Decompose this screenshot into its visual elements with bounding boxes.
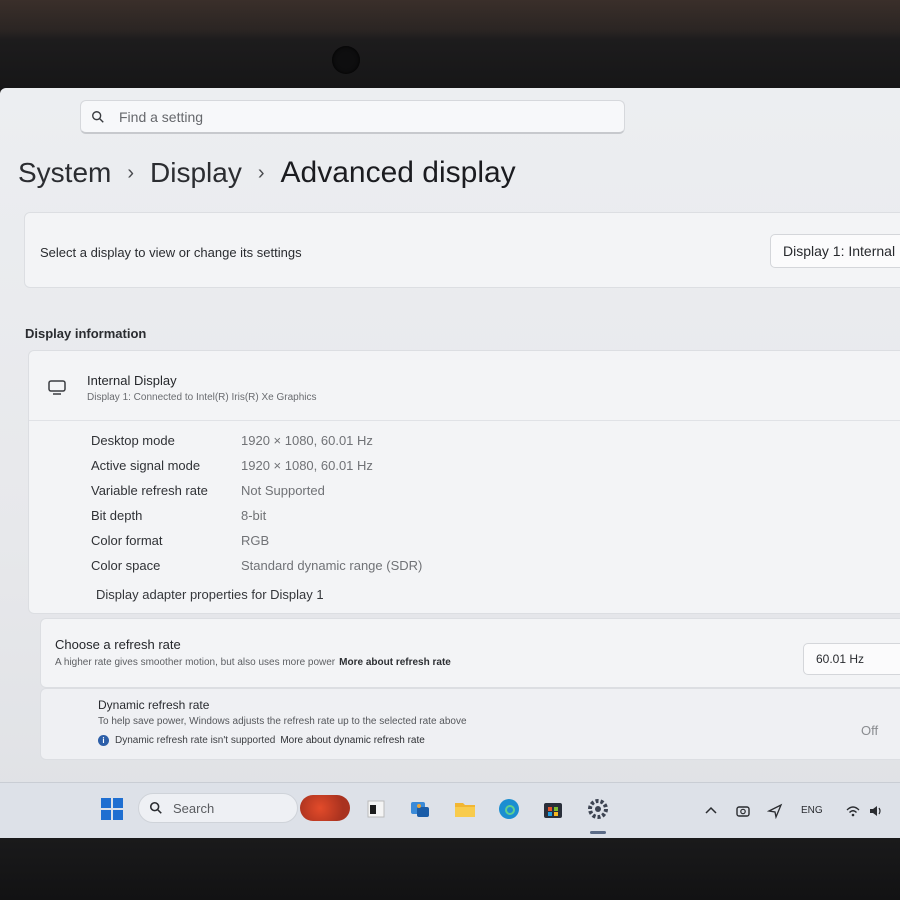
chevron-right-icon: › [127,161,135,184]
taskbar-search[interactable]: Search [138,793,298,823]
page-title: Advanced display [280,156,516,189]
display-select-label: Select a display to view or change its s… [40,245,302,260]
display-info-card: Internal Display Display 1: Connected to… [28,350,900,614]
file-explorer-icon[interactable] [453,797,477,821]
start-icon[interactable] [100,797,124,821]
refresh-rate-title: Choose a refresh rate [55,637,181,652]
property-key: Active signal mode [91,458,201,473]
property-value: Standard dynamic range (SDR) [241,558,423,573]
display-connection: Display 1: Connected to Intel(R) Iris(R)… [87,392,317,403]
property-key: Desktop mode [91,433,175,448]
location-icon[interactable] [767,803,783,819]
refresh-rate-desc-text: A higher rate gives smoother motion, but… [55,657,336,668]
search-icon [149,801,162,814]
edge-icon[interactable] [497,797,521,821]
dynamic-refresh-more-link[interactable]: More about dynamic refresh rate [280,735,425,746]
property-value: RGB [241,533,270,548]
display-select-card: Select a display to view or change its s… [24,212,900,288]
store-icon[interactable] [541,797,565,821]
monitor-icon [48,380,66,395]
property-row: Color format RGB [91,533,269,548]
display-info-header[interactable]: Internal Display Display 1: Connected to… [29,351,900,421]
property-key: Variable refresh rate [91,483,208,498]
active-app-indicator [590,831,606,834]
find-setting-search[interactable]: Find a setting [80,100,625,134]
photos-icon[interactable] [408,797,432,821]
property-key: Bit depth [91,508,143,523]
taskbar: Search ENG [0,782,900,840]
adapter-properties-link[interactable]: Display adapter properties for Display 1 [96,587,324,602]
language-indicator[interactable]: ENG [801,805,823,816]
settings-window: Find a setting System › Display › Advanc… [0,88,900,840]
volume-icon[interactable] [868,803,884,819]
property-value: 8-bit [241,508,267,523]
property-key: Color format [91,533,163,548]
refresh-rate-dropdown[interactable]: 60.01 Hz [803,643,900,675]
property-row: Desktop mode 1920 × 1080, 60.01 Hz [91,433,373,448]
breadcrumb-display[interactable]: Display [150,157,242,189]
webcam [332,46,360,74]
dynamic-refresh-note: i Dynamic refresh rate isn't supported M… [98,735,425,746]
breadcrumb: System › Display › Advanced display [18,156,516,190]
dynamic-refresh-toggle-state[interactable]: Off [861,723,878,738]
dynamic-refresh-note-text: Dynamic refresh rate isn't supported [115,735,276,746]
property-row: Color space Standard dynamic range (SDR) [91,558,422,573]
property-value: 1920 × 1080, 60.01 Hz [241,458,373,473]
laptop-bezel-bottom [0,838,900,900]
section-title-display-info: Display information [25,326,147,341]
widget-icon[interactable] [300,795,350,821]
dynamic-refresh-card: Dynamic refresh rate To help save power,… [40,688,900,760]
refresh-rate-description: A higher rate gives smoother motion, but… [55,657,451,668]
chevron-up-icon[interactable] [703,803,719,819]
property-row: Variable refresh rate Not Supported [91,483,325,498]
breadcrumb-system[interactable]: System [18,157,111,189]
search-icon [92,110,104,123]
refresh-rate-more-link[interactable]: More about refresh rate [339,657,451,668]
property-row: Bit depth 8-bit [91,508,266,523]
chevron-right-icon: › [257,161,265,184]
display-name: Internal Display [87,373,177,388]
settings-icon[interactable] [586,797,610,821]
property-value: Not Supported [241,483,325,498]
dynamic-refresh-title: Dynamic refresh rate [98,698,210,712]
property-key: Color space [91,558,161,573]
laptop-bezel-top [0,0,900,90]
property-value: 1920 × 1080, 60.01 Hz [241,433,373,448]
camera-icon[interactable] [735,803,751,819]
wifi-icon[interactable] [845,803,861,819]
search-placeholder: Find a setting [119,108,204,125]
property-row: Active signal mode 1920 × 1080, 60.01 Hz [91,458,373,473]
taskbar-search-label: Search [173,800,215,816]
dynamic-refresh-description: To help save power, Windows adjusts the … [98,716,467,727]
display-dropdown[interactable]: Display 1: Internal [770,234,900,268]
terminal-icon[interactable] [364,797,388,821]
refresh-rate-card: Choose a refresh rate A higher rate give… [40,618,900,688]
info-icon: i [98,735,109,746]
